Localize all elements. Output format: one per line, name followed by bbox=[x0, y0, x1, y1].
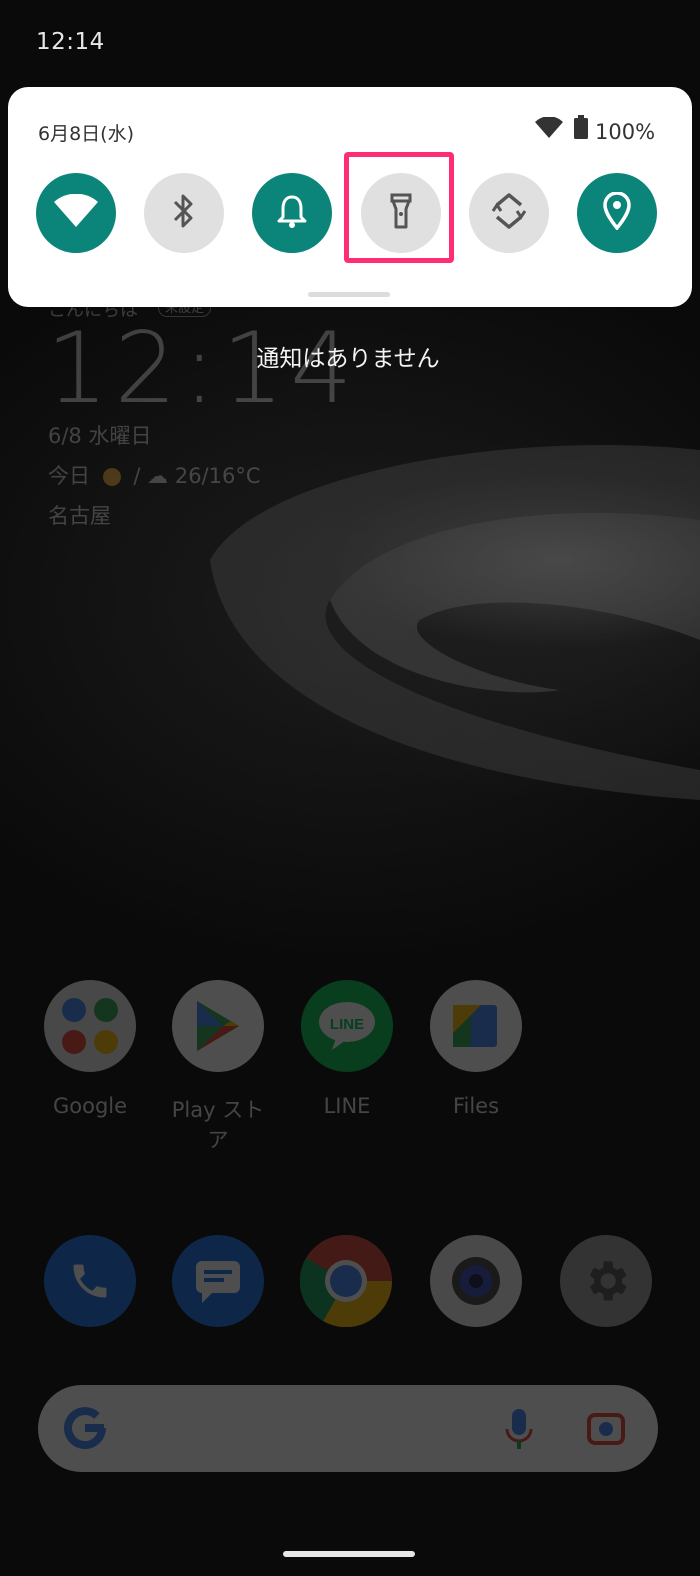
app-label: Google bbox=[52, 1094, 128, 1118]
wifi-status-icon bbox=[535, 116, 563, 143]
battery-icon bbox=[574, 115, 588, 143]
tile-location[interactable] bbox=[577, 173, 657, 253]
weather-label: 今日 bbox=[48, 464, 90, 488]
google-folder-icon bbox=[44, 980, 136, 1072]
flashlight-highlight-box bbox=[344, 152, 454, 263]
line-icon: LINE bbox=[301, 980, 393, 1072]
app-label: Play ストア bbox=[171, 1098, 265, 1152]
app-line[interactable]: LINE LINE bbox=[299, 980, 395, 1118]
status-bar: 12:14 bbox=[0, 0, 700, 80]
settings-icon[interactable] bbox=[560, 1235, 652, 1327]
status-time: 12:14 bbox=[36, 29, 105, 55]
tile-auto-rotate[interactable] bbox=[469, 173, 549, 253]
qs-drag-handle[interactable] bbox=[308, 292, 390, 297]
chrome-icon[interactable] bbox=[300, 1235, 392, 1327]
weather-temperature: 26/16°C bbox=[174, 464, 261, 488]
bell-icon bbox=[277, 193, 307, 233]
messages-icon[interactable] bbox=[172, 1235, 264, 1327]
search-bar[interactable] bbox=[38, 1385, 658, 1472]
widget-date: 6/8 水曜日 bbox=[48, 424, 152, 448]
google-g-icon bbox=[62, 1405, 108, 1455]
no-notifications-text: 通知はありません bbox=[256, 346, 440, 372]
app-files[interactable]: Files bbox=[428, 980, 524, 1118]
app-play-store[interactable]: Play ストア bbox=[170, 980, 266, 1154]
bluetooth-icon bbox=[171, 192, 197, 234]
quick-settings-panel: 6月8日(水) 100% bbox=[8, 87, 692, 307]
cloud-icon: ☁ bbox=[147, 464, 169, 488]
tile-bluetooth[interactable] bbox=[144, 173, 224, 253]
widget-weather: 今日 / ☁ 26/16°C bbox=[48, 460, 261, 490]
gesture-nav-handle[interactable] bbox=[283, 1551, 415, 1557]
svg-text:LINE: LINE bbox=[330, 1016, 364, 1033]
app-label: Files bbox=[452, 1094, 500, 1118]
widget-city: 名古屋 bbox=[48, 504, 111, 528]
battery-percent: 100% bbox=[595, 120, 656, 144]
location-pin-icon bbox=[603, 191, 631, 234]
app-google[interactable]: Google bbox=[42, 980, 138, 1118]
wifi-icon bbox=[53, 193, 99, 232]
play-store-icon bbox=[172, 980, 264, 1072]
app-label: LINE bbox=[323, 1094, 371, 1118]
tile-wifi[interactable] bbox=[36, 173, 116, 253]
phone-icon[interactable] bbox=[44, 1235, 136, 1327]
rotate-icon bbox=[489, 191, 529, 235]
lens-icon[interactable] bbox=[586, 1409, 626, 1453]
microphone-icon[interactable] bbox=[504, 1407, 534, 1455]
weather-separator: / bbox=[133, 464, 141, 488]
camera-icon[interactable] bbox=[430, 1235, 522, 1327]
sun-icon bbox=[102, 468, 121, 486]
tile-sound[interactable] bbox=[252, 173, 332, 253]
files-icon bbox=[430, 980, 522, 1072]
qs-date: 6月8日(水) bbox=[38, 123, 135, 145]
